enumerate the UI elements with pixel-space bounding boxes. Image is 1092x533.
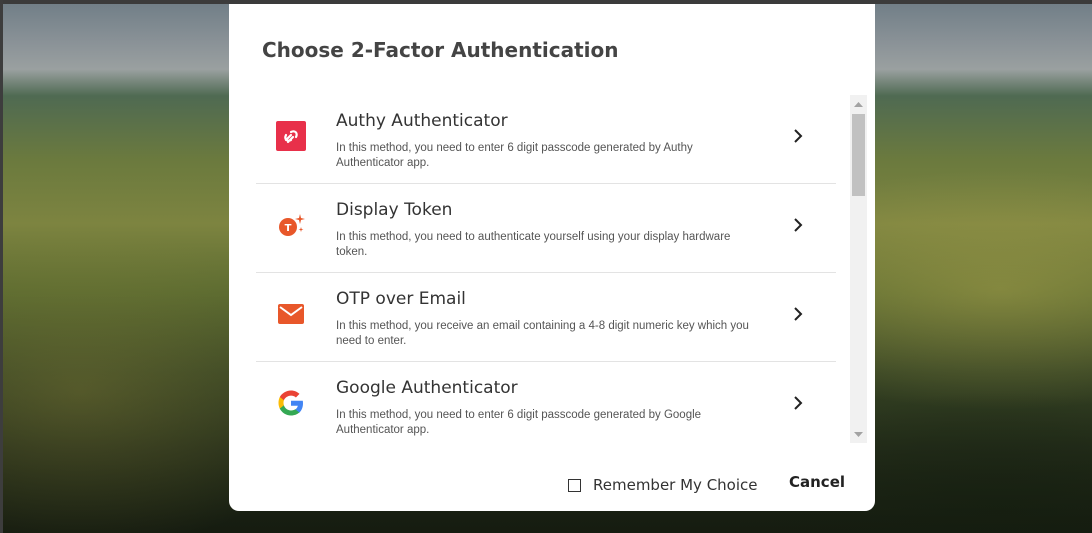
- scroll-up-arrow-icon[interactable]: [850, 95, 867, 112]
- chevron-right-icon: [794, 129, 803, 143]
- chevron-right-icon: [794, 218, 803, 232]
- method-title: Display Token: [336, 200, 453, 220]
- remember-checkbox[interactable]: [568, 478, 581, 492]
- method-description: In this method, you need to authenticate…: [336, 231, 731, 258]
- scroll-down-arrow-icon[interactable]: [850, 426, 867, 443]
- google-icon: [278, 390, 303, 416]
- method-otp-email[interactable]: OTP over Email In this method, you recei…: [256, 273, 836, 362]
- method-title: OTP over Email: [336, 289, 466, 309]
- dialog-title: Choose 2-Factor Authentication: [262, 38, 619, 62]
- svg-text:T: T: [285, 223, 292, 234]
- display-token-icon: T: [279, 214, 305, 236]
- method-description: In this method, you receive an email con…: [336, 320, 749, 347]
- scrollbar-thumb[interactable]: [852, 114, 865, 196]
- chevron-right-icon: [794, 307, 803, 321]
- method-google-authenticator[interactable]: Google Authenticator In this method, you…: [256, 362, 836, 450]
- authy-icon: [276, 121, 306, 151]
- cancel-button[interactable]: Cancel: [789, 473, 845, 491]
- method-description: In this method, you need to enter 6 digi…: [336, 409, 702, 436]
- method-title: Authy Authenticator: [336, 111, 508, 131]
- method-title: Google Authenticator: [336, 378, 518, 398]
- method-authy[interactable]: Authy Authenticator In this method, you …: [256, 95, 836, 184]
- method-description: In this method, you need to enter 6 digi…: [336, 142, 693, 169]
- chevron-right-icon: [794, 396, 803, 410]
- email-icon: [278, 304, 304, 324]
- list-scrollbar[interactable]: [850, 95, 867, 443]
- two-factor-dialog: Choose 2-Factor Authentication Authy Aut…: [229, 4, 875, 511]
- remember-label: Remember My Choice: [593, 476, 758, 494]
- remember-choice[interactable]: Remember My Choice: [568, 476, 758, 494]
- method-display-token[interactable]: T Display Token In this method, you need…: [256, 184, 836, 273]
- left-edge: [0, 0, 3, 533]
- method-list: Authy Authenticator In this method, you …: [256, 95, 836, 450]
